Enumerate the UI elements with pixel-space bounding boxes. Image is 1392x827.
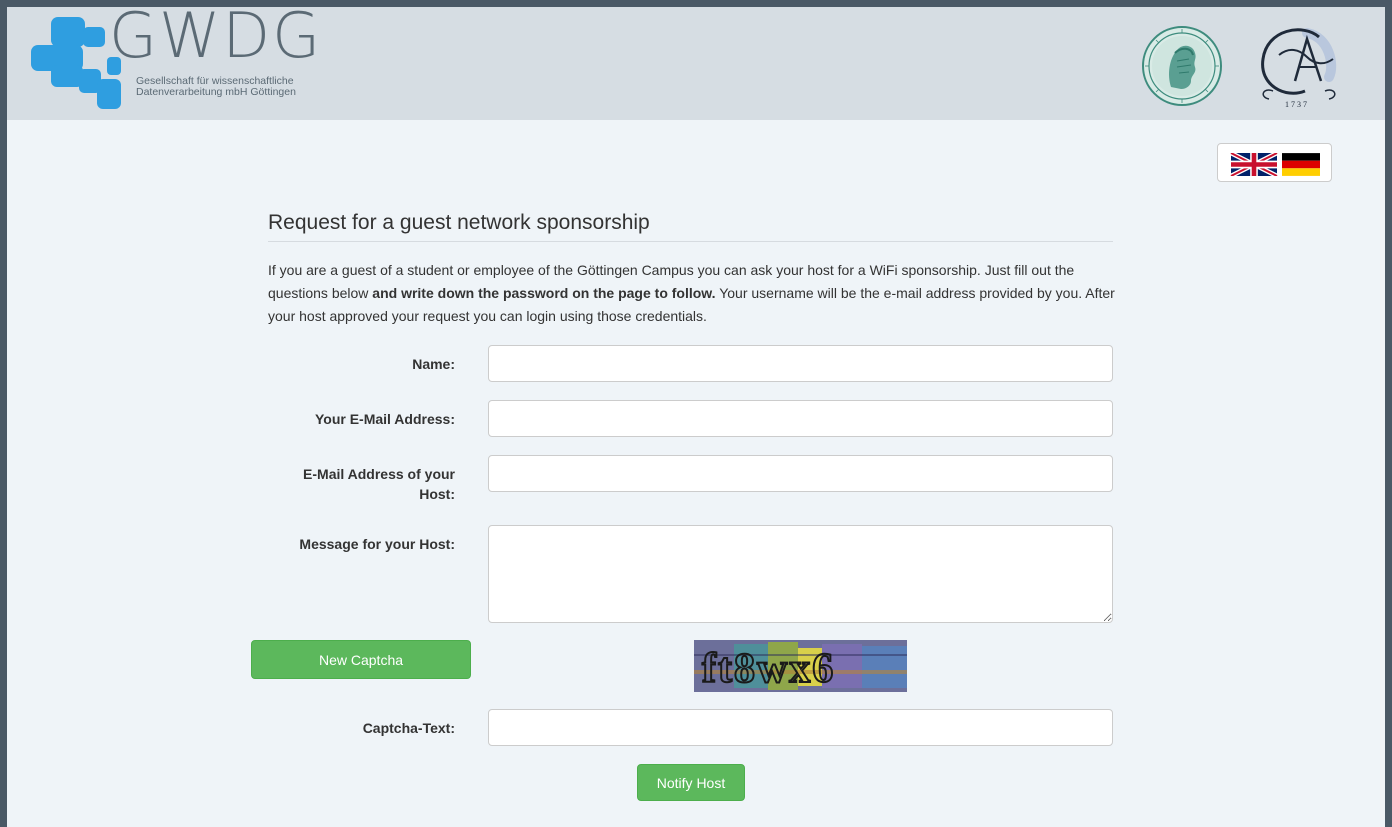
host-email-label: E-Mail Address of your Host: bbox=[265, 464, 455, 504]
flag-germany-icon[interactable] bbox=[1282, 153, 1320, 176]
captcha-text-shown: ft8wx6 bbox=[702, 646, 835, 692]
gwdg-logo-text: GWDG bbox=[109, 7, 323, 72]
university-seal-year: 1 7 3 7 bbox=[1285, 100, 1307, 109]
message-label: Message for your Host: bbox=[299, 536, 455, 552]
captcha-image: ft8wx6 bbox=[694, 640, 907, 693]
captcha-image-icon: ft8wx6 bbox=[694, 640, 907, 693]
captcha-input[interactable] bbox=[488, 709, 1113, 746]
page-title: Request for a guest network sponsorship bbox=[268, 211, 1113, 242]
site-header: GWDG Gesellschaft für wissenschaftliche … bbox=[7, 7, 1385, 120]
gwdg-logo-subtitle-line2: Datenverarbeitung mbH Göttingen bbox=[136, 86, 296, 98]
gwdg-logo[interactable]: GWDG Gesellschaft für wissenschaftliche … bbox=[31, 7, 351, 117]
name-input[interactable] bbox=[488, 345, 1113, 382]
notify-host-button[interactable]: Notify Host bbox=[637, 764, 745, 801]
university-seal-icon: 1 7 3 7 bbox=[1261, 28, 1337, 109]
email-label: Your E-Mail Address: bbox=[314, 411, 455, 427]
name-label: Name: bbox=[412, 356, 455, 372]
host-email-label-line1: E-Mail Address of your bbox=[303, 466, 455, 482]
flag-uk-icon[interactable] bbox=[1230, 153, 1278, 176]
host-email-input[interactable] bbox=[488, 455, 1113, 492]
university-goettingen-seal: 1 7 3 7 bbox=[1249, 19, 1345, 111]
page-frame: GWDG Gesellschaft für wissenschaftliche … bbox=[7, 7, 1385, 827]
message-textarea[interactable] bbox=[488, 525, 1113, 623]
intro-text-bold: and write down the password on the page … bbox=[372, 285, 716, 301]
email-input[interactable] bbox=[488, 400, 1113, 437]
gwdg-logo-subtitle: Gesellschaft für wissenschaftliche Daten… bbox=[136, 76, 296, 98]
intro-text: If you are a guest of a student or emplo… bbox=[268, 259, 1118, 328]
new-captcha-button[interactable]: New Captcha bbox=[251, 640, 471, 679]
max-planck-seal-icon bbox=[1142, 26, 1222, 106]
host-email-label-line2: Host: bbox=[419, 486, 455, 502]
language-switcher bbox=[1217, 143, 1332, 182]
captcha-label: Captcha-Text: bbox=[362, 720, 455, 736]
